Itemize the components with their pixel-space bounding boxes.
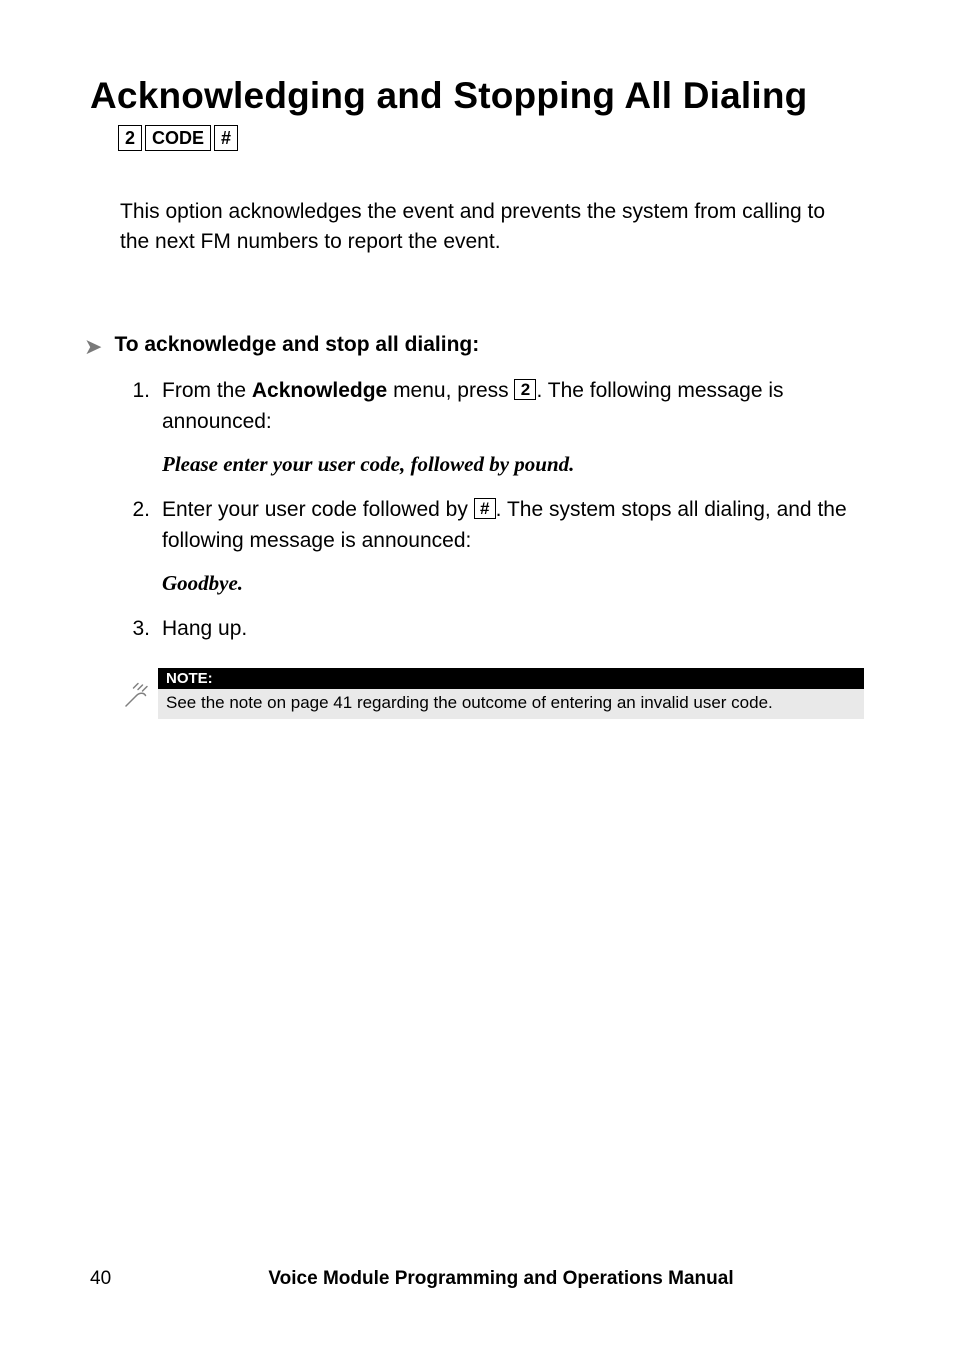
step-2-text-a: Enter your user code followed by (162, 498, 474, 521)
keycap-hash-inline: # (474, 498, 496, 519)
footer-manual-title: Voice Module Programming and Operations … (138, 1268, 864, 1290)
keycap-2-inline: 2 (514, 379, 536, 400)
step-1-announcement: Please enter your user code, followed by… (162, 449, 864, 480)
step-2-announcement: Goodbye. (162, 568, 864, 599)
step-list: From the Acknowledge menu, press 2. The … (120, 375, 864, 644)
note-body: See the note on page 41 regarding the ou… (158, 689, 864, 719)
keycap-2: 2 (118, 125, 142, 151)
title-key-sequence: 2 CODE # (118, 125, 238, 151)
step-1-text-c: menu, press (387, 379, 514, 402)
step-1-text-a: From the (162, 379, 252, 402)
keycap-hash: # (214, 125, 238, 151)
arrow-icon: ➤ (84, 334, 102, 360)
subheading-row: ➤ To acknowledge and stop all dialing: (84, 331, 864, 357)
keycap-code: CODE (145, 125, 211, 151)
page-footer: 40 Voice Module Programming and Operatio… (0, 1268, 954, 1290)
step-1: From the Acknowledge menu, press 2. The … (146, 375, 864, 480)
page-title: Acknowledging and Stopping All Dialing (90, 75, 864, 117)
intro-paragraph: This option acknowledges the event and p… (120, 197, 830, 257)
step-1-menu-name: Acknowledge (252, 379, 387, 402)
note-block: NOTE: See the note on page 41 regarding … (120, 668, 864, 719)
note-header: NOTE: (158, 668, 864, 689)
note-icon (120, 682, 154, 717)
document-page: Acknowledging and Stopping All Dialing 2… (0, 0, 954, 1345)
step-3: Hang up. (146, 613, 864, 644)
note-content: NOTE: See the note on page 41 regarding … (158, 668, 864, 719)
step-3-text: Hang up. (162, 617, 247, 640)
subheading: To acknowledge and stop all dialing: (114, 333, 479, 357)
step-2: Enter your user code followed by #. The … (146, 494, 864, 599)
